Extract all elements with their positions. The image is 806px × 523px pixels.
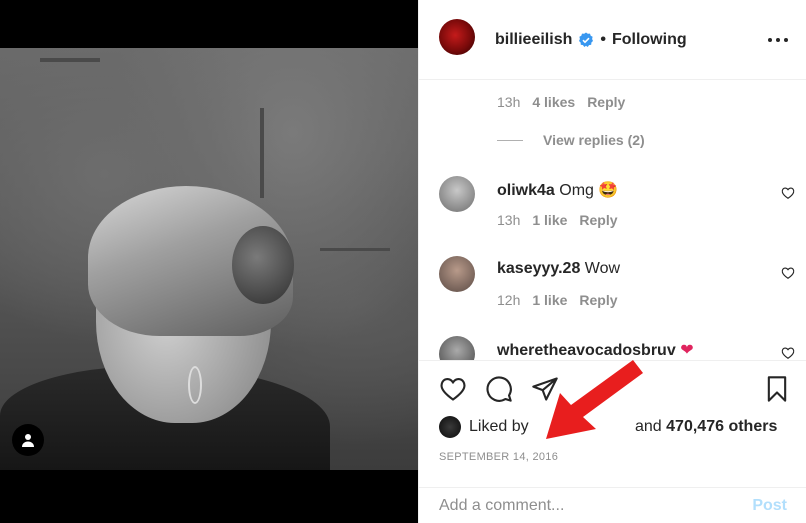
likes-summary: Liked by and 470,476 others (439, 414, 799, 440)
comment-like-icon[interactable] (781, 186, 795, 200)
comment-reply-button[interactable]: Reply (579, 292, 617, 308)
reply-likes[interactable]: 4 likes (532, 94, 575, 110)
replies-divider (497, 139, 523, 141)
view-replies-label: View replies (2) (543, 132, 645, 148)
post-actions-bar (419, 360, 806, 410)
post-comment-button[interactable]: Post (752, 497, 787, 515)
comment-text: oliwk4a Omg 🤩 (497, 180, 618, 200)
wall-texture (320, 248, 390, 251)
following-button[interactable]: Following (612, 31, 687, 49)
commenter-avatar[interactable] (439, 176, 475, 212)
liker-avatar[interactable] (439, 416, 461, 438)
commenter-avatar[interactable] (439, 336, 475, 360)
comment-text: wheretheavocadosbruv ❤ (497, 340, 694, 360)
comment-reply-button[interactable]: Reply (579, 212, 617, 228)
add-comment-input[interactable] (439, 496, 753, 515)
comment-likes[interactable]: 1 like (532, 292, 567, 308)
instagram-post-view: billieeilish • Following 13h 4 likes Rep… (0, 0, 806, 523)
header-separator: • (600, 30, 606, 48)
likes-and-label: and (635, 418, 662, 435)
liked-by-label: Liked by (469, 418, 529, 435)
likes-others-count[interactable]: 470,476 others (666, 418, 777, 435)
paper-plane-icon[interactable] (531, 375, 559, 403)
commenter-username[interactable]: oliwk4a (497, 182, 555, 199)
author-username[interactable]: billieeilish (495, 31, 572, 49)
comment-likes[interactable]: 1 like (532, 212, 567, 228)
heart-icon[interactable] (439, 375, 467, 403)
comment-emoji: ❤ (680, 342, 694, 359)
reply-meta: 13h 4 likes Reply (497, 94, 637, 110)
comment-time: 12h (497, 292, 521, 308)
add-comment-bar: Post (419, 487, 806, 523)
view-replies-button[interactable]: View replies (2) (497, 132, 645, 148)
comment-bubble-icon[interactable] (485, 375, 513, 403)
commenter-username[interactable]: wheretheavocadosbruv (497, 342, 676, 359)
post-header: billieeilish • Following (419, 0, 806, 80)
comment-text: kaseyyy.28 Wow (497, 260, 620, 278)
post-media (0, 0, 418, 523)
comment-like-icon[interactable] (781, 266, 795, 280)
comment-body: Wow (584, 260, 621, 277)
comment-meta: 12h 1 like Reply (497, 292, 630, 308)
post-date: SEPTEMBER 14, 2016 (439, 451, 559, 463)
likes-count[interactable]: and 470,476 others (635, 418, 777, 436)
photo-earring (188, 366, 202, 404)
commenter-avatar[interactable] (439, 256, 475, 292)
user-icon (22, 434, 34, 447)
post-photo[interactable] (0, 48, 418, 470)
comment-meta: 13h 1 like Reply (497, 212, 630, 228)
reply-time: 13h (497, 94, 521, 110)
comment-body: Omg (559, 182, 594, 199)
photo-hair-bun (232, 226, 294, 304)
comment-like-icon[interactable] (781, 346, 795, 360)
verified-badge-icon (579, 32, 594, 47)
tagged-people-button[interactable] (12, 424, 44, 456)
wall-texture (260, 108, 264, 198)
author-avatar[interactable] (439, 18, 475, 55)
comment-emoji: 🤩 (598, 182, 619, 199)
post-sidebar: billieeilish • Following 13h 4 likes Rep… (418, 0, 806, 523)
reply-button[interactable]: Reply (587, 94, 625, 110)
wall-texture (40, 58, 100, 62)
more-options-icon[interactable] (768, 30, 788, 50)
commenter-username[interactable]: kaseyyy.28 (497, 260, 580, 277)
comments-list: 13h 4 likes Reply View replies (2) oliwk… (419, 80, 806, 360)
bookmark-icon[interactable] (763, 375, 791, 403)
comment-time: 13h (497, 212, 521, 228)
